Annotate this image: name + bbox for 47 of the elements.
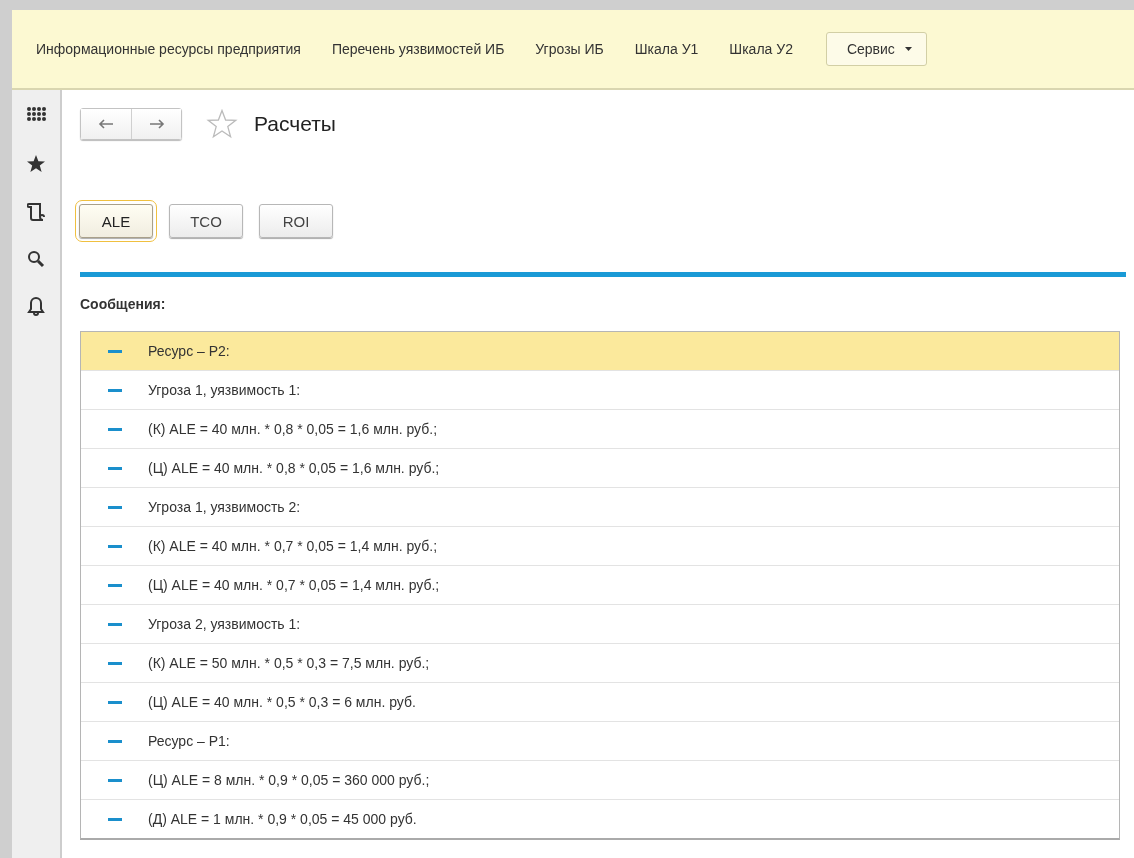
dash-icon xyxy=(108,349,122,353)
document-icon[interactable] xyxy=(27,202,45,222)
page-title: Расчеты xyxy=(254,112,336,136)
nav-link[interactable]: Информационные ресурсы предприятия xyxy=(36,41,301,57)
message-text: (Ц) ALE = 40 млн. * 0,5 * 0,3 = 6 млн. руб. xyxy=(148,694,416,710)
dash-icon xyxy=(108,544,122,548)
message-text: (Ц) ALE = 8 млн. * 0,9 * 0,05 = 360 000 руб.; xyxy=(148,772,430,788)
message-text: Угроза 2, уязвимость 1: xyxy=(148,616,301,632)
dash-icon xyxy=(108,817,122,821)
message-text: (К) ALE = 40 млн. * 0,7 * 0,05 = 1,4 млн. руб.; xyxy=(148,538,438,554)
dash-icon xyxy=(108,388,122,392)
message-text: Угроза 1, уязвимость 1: xyxy=(148,382,301,398)
nav-link[interactable]: Шкала У1 xyxy=(634,41,699,57)
dash-icon xyxy=(108,622,122,626)
bell-icon[interactable] xyxy=(27,296,45,316)
messages-label: Сообщения: xyxy=(80,296,167,312)
dash-icon xyxy=(108,427,122,431)
favorite-star-icon[interactable] xyxy=(206,109,238,139)
message-text: (Ц) ALE = 40 млн. * 0,7 * 0,05 = 1,4 млн. руб.; xyxy=(148,577,440,593)
dash-icon xyxy=(108,661,122,665)
message-text: (К) ALE = 40 млн. * 0,8 * 0,05 = 1,6 млн. руб.; xyxy=(148,421,438,437)
nav-link[interactable]: Угрозы ИБ xyxy=(535,41,604,57)
search-icon[interactable] xyxy=(27,250,45,268)
star-icon[interactable] xyxy=(26,154,46,174)
message-text: Угроза 1, уязвимость 2: xyxy=(148,499,301,515)
dash-icon xyxy=(108,583,122,587)
message-text: (Д) ALE = 1 млн. * 0,9 * 0,05 = 45 000 руб. xyxy=(148,811,417,827)
calc-button[interactable]: TCO xyxy=(169,204,243,238)
calc-button[interactable]: ROI xyxy=(259,204,333,238)
message-text: (К) ALE = 50 млн. * 0,5 * 0,3 = 7,5 млн. руб.; xyxy=(148,655,430,671)
caret-icon xyxy=(904,47,912,51)
message-row[interactable]: Ресурс – Р2: xyxy=(81,332,1119,371)
dash-icon xyxy=(108,739,122,743)
right-arrow-icon xyxy=(148,119,165,129)
message-text: Ресурс – Р2: xyxy=(148,343,230,359)
message-text: (Ц) ALE = 40 млн. * 0,8 * 0,05 = 1,6 млн. руб.; xyxy=(148,460,440,476)
nav-link[interactable]: Перечень уязвимостей ИБ xyxy=(331,41,505,57)
dash-icon xyxy=(108,505,122,509)
nav-link[interactable]: Шкала У2 xyxy=(729,41,793,57)
dash-icon xyxy=(108,700,122,704)
back-button[interactable] xyxy=(81,109,131,139)
message-text: Ресурс – Р1: xyxy=(148,733,230,749)
dash-icon xyxy=(108,466,122,470)
service-menu-button[interactable]: Сервис xyxy=(825,32,927,66)
forward-button[interactable] xyxy=(131,109,181,139)
left-arrow-icon xyxy=(98,119,114,129)
dash-icon xyxy=(108,778,122,782)
